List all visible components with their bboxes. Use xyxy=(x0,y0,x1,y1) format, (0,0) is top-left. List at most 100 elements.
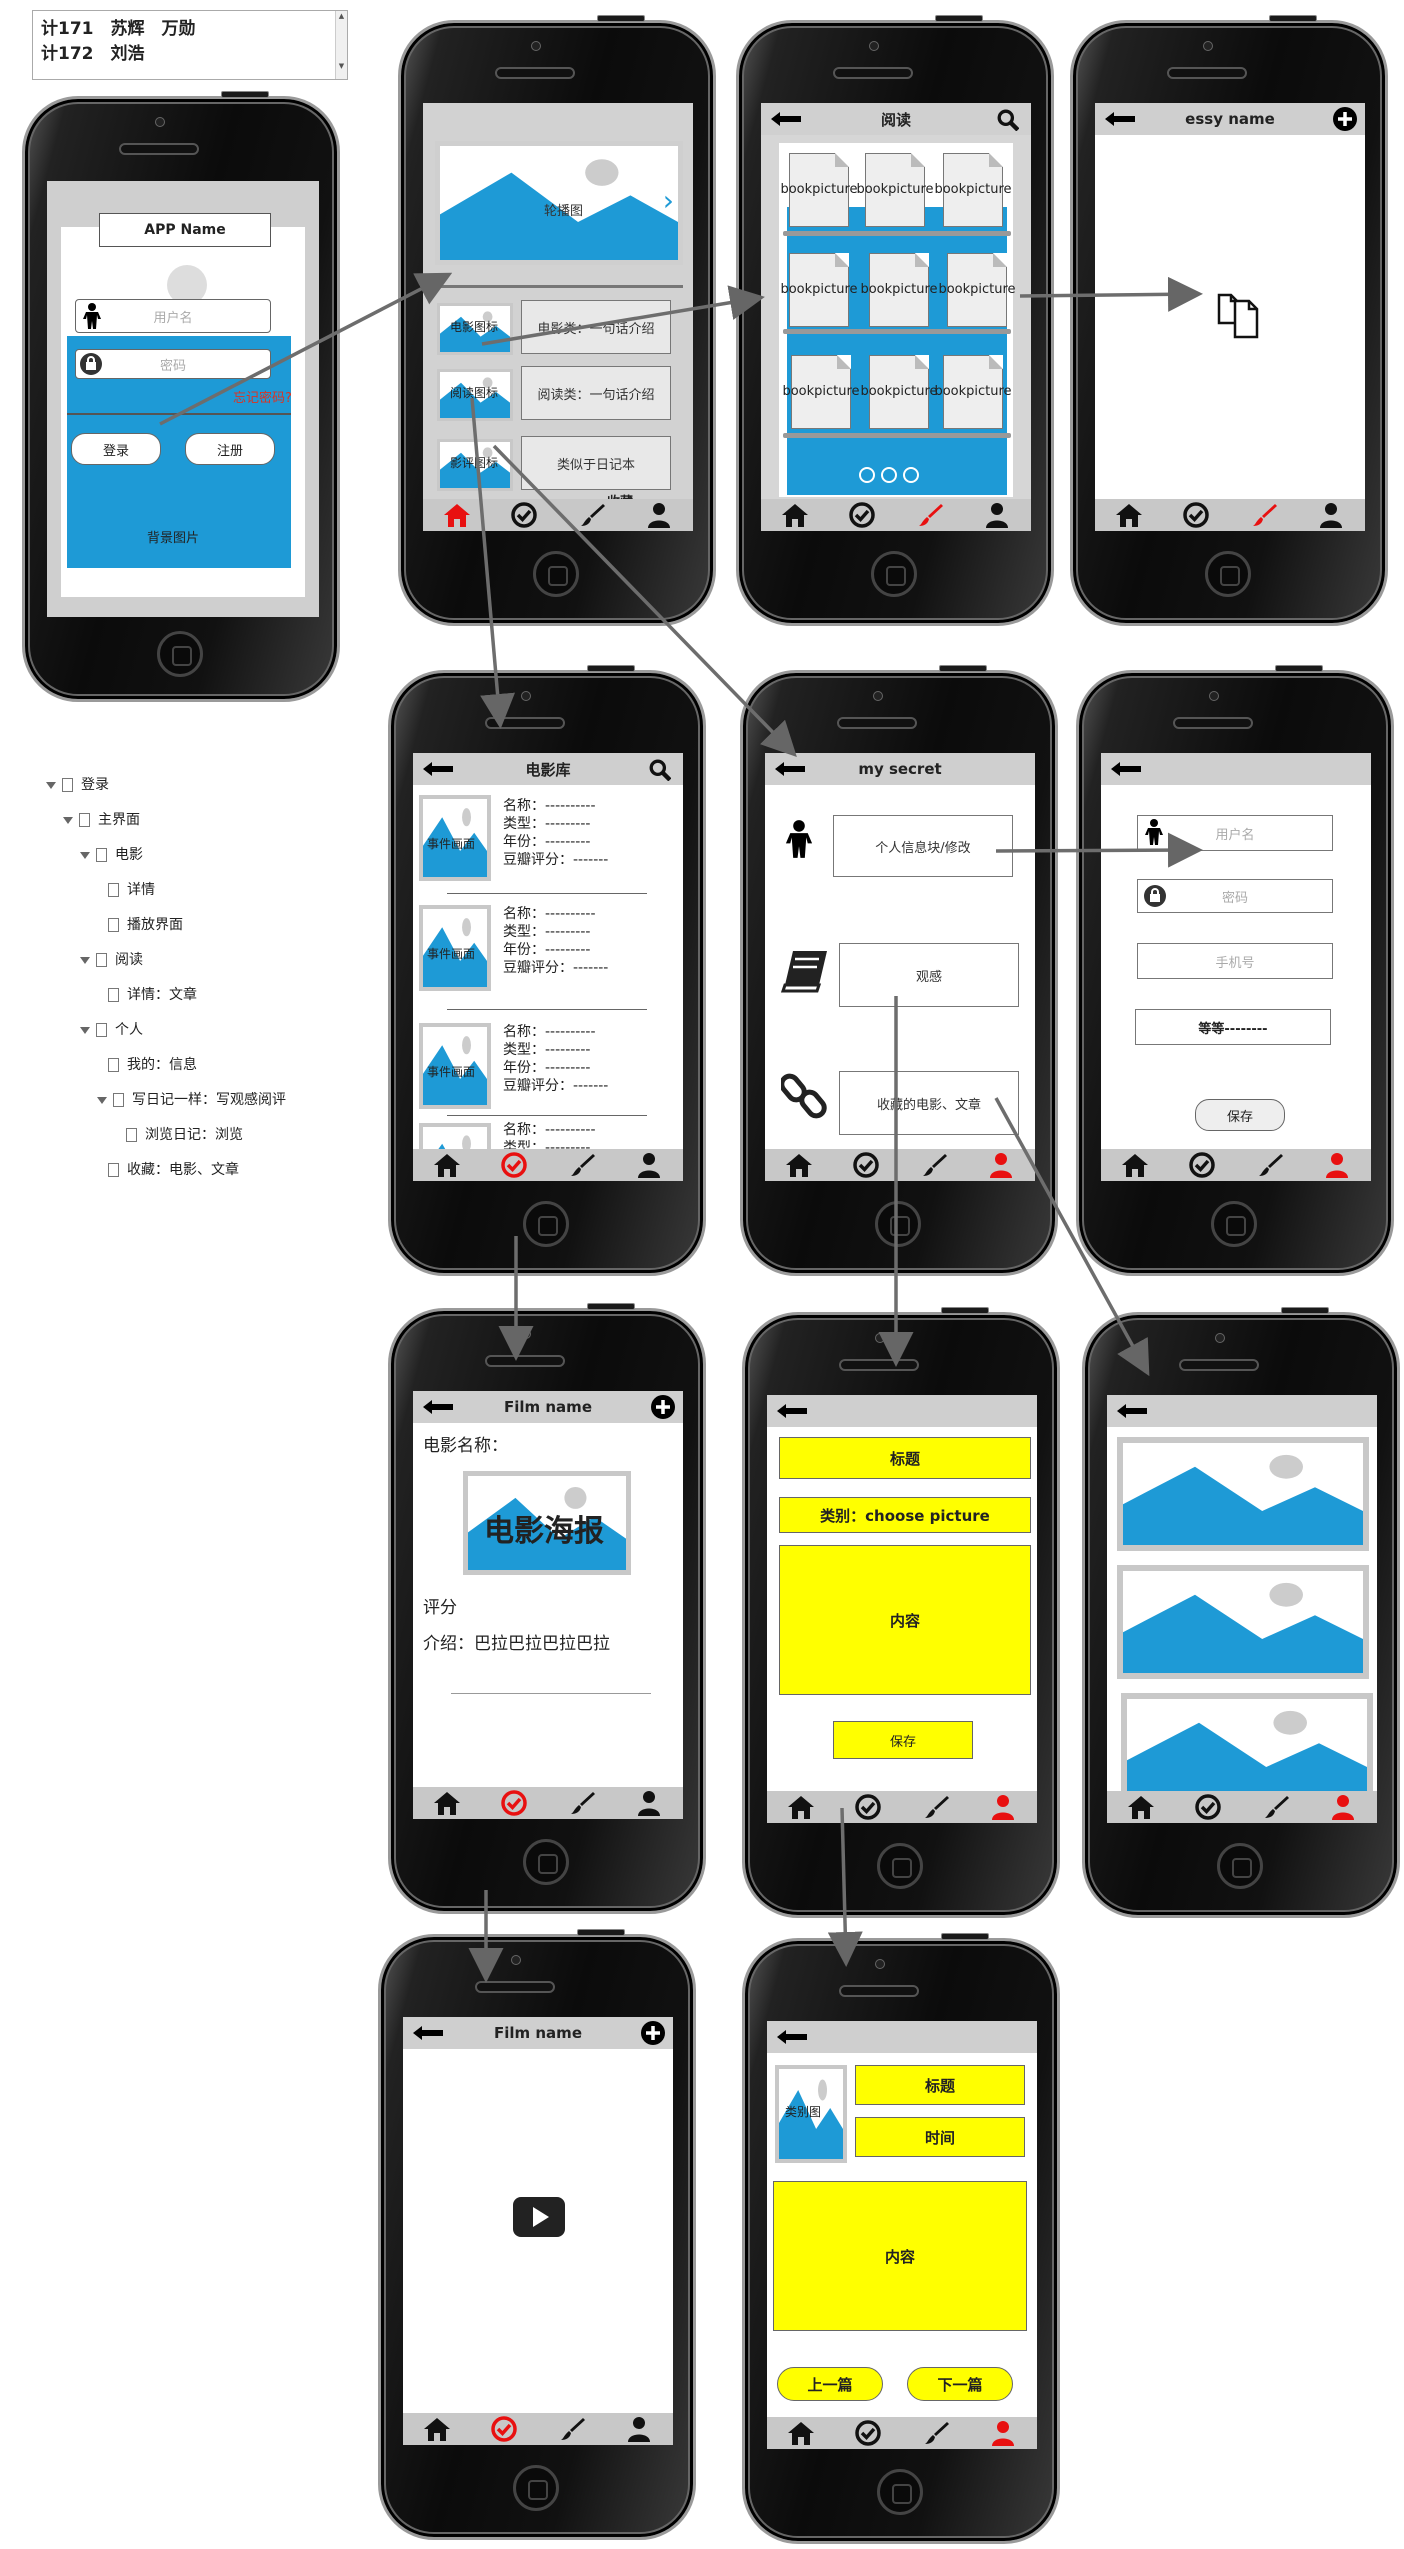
login-button[interactable]: 登录 xyxy=(71,433,161,465)
user-icon[interactable] xyxy=(989,1794,1017,1820)
tree-item[interactable]: 个人 xyxy=(46,1013,366,1048)
back-arrow-icon[interactable] xyxy=(1117,1404,1147,1418)
tree-item[interactable]: 浏览日记：浏览 xyxy=(46,1118,366,1153)
check-icon[interactable] xyxy=(1194,1794,1222,1820)
check-icon[interactable] xyxy=(852,1152,880,1178)
expand-arrow-icon[interactable] xyxy=(63,816,73,824)
home-icon[interactable] xyxy=(423,2416,451,2442)
movie-poster[interactable]: 事件画面 xyxy=(419,1023,491,1109)
tree-item[interactable]: 写日记一样：写观感阅评 xyxy=(46,1083,366,1118)
check-icon[interactable] xyxy=(510,502,538,528)
favorite-item-image[interactable] xyxy=(1121,1693,1373,1807)
brush-icon[interactable] xyxy=(578,502,606,528)
brush-icon[interactable] xyxy=(922,2420,950,2446)
home-icon[interactable] xyxy=(443,502,471,528)
brush-icon[interactable] xyxy=(1262,1794,1290,1820)
add-icon[interactable] xyxy=(641,2021,665,2045)
carousel-next-icon[interactable]: › xyxy=(663,184,674,217)
register-button[interactable]: 注册 xyxy=(185,433,275,465)
user-icon[interactable] xyxy=(635,1790,663,1816)
tree-item[interactable]: 详情：文章 xyxy=(46,978,366,1013)
profile-info-box[interactable]: 个人信息块/修改 xyxy=(833,815,1013,877)
next-button[interactable]: 下一篇 xyxy=(907,2367,1013,2401)
search-icon[interactable] xyxy=(649,759,671,781)
back-arrow-icon[interactable] xyxy=(413,2026,443,2040)
movie-poster[interactable]: 事件画面 xyxy=(419,905,491,991)
user-icon[interactable] xyxy=(983,502,1011,528)
favorite-item-image[interactable] xyxy=(1117,1565,1369,1679)
brush-icon[interactable] xyxy=(922,1794,950,1820)
save-button[interactable]: 保存 xyxy=(1195,1099,1285,1131)
book-card[interactable]: book picture xyxy=(860,253,938,327)
back-arrow-icon[interactable] xyxy=(771,112,801,126)
brush-icon[interactable] xyxy=(568,1152,596,1178)
title-field[interactable]: 标题 xyxy=(779,1437,1031,1479)
add-icon[interactable] xyxy=(1333,107,1357,131)
user-icon[interactable] xyxy=(1323,1152,1351,1178)
book-card[interactable]: book picture xyxy=(780,253,858,327)
expand-arrow-icon[interactable] xyxy=(80,1026,90,1034)
tree-item[interactable]: 详情 xyxy=(46,873,366,908)
tree-item[interactable]: 我的：信息 xyxy=(46,1048,366,1083)
password-input[interactable]: 密码 xyxy=(75,349,271,379)
play-icon[interactable] xyxy=(513,2197,565,2237)
username-input[interactable]: 用户名 xyxy=(1137,815,1333,851)
user-icon[interactable] xyxy=(989,2420,1017,2446)
search-icon[interactable] xyxy=(997,109,1019,131)
other-field[interactable]: 等等-------- xyxy=(1135,1009,1331,1045)
book-card[interactable]: book picture xyxy=(934,355,1012,429)
expand-arrow-icon[interactable] xyxy=(46,781,56,789)
user-icon[interactable] xyxy=(625,2416,653,2442)
brush-icon[interactable] xyxy=(916,502,944,528)
page-dots[interactable] xyxy=(859,467,919,483)
phone-input[interactable]: 手机号 xyxy=(1137,943,1333,979)
user-icon[interactable] xyxy=(635,1152,663,1178)
username-input[interactable]: 用户名 xyxy=(75,299,271,333)
user-icon[interactable] xyxy=(1317,502,1345,528)
review-box[interactable]: 观感 xyxy=(839,943,1019,1007)
check-icon[interactable] xyxy=(854,1794,882,1820)
home-icon[interactable] xyxy=(1115,502,1143,528)
forgot-password-link[interactable]: 忘记密码? xyxy=(233,387,292,406)
reading-row[interactable]: 阅读类：一句话介绍 xyxy=(521,366,671,420)
user-icon[interactable] xyxy=(987,1152,1015,1178)
tree-item[interactable]: 阅读 xyxy=(46,943,366,978)
back-arrow-icon[interactable] xyxy=(1105,112,1135,126)
user-icon[interactable] xyxy=(1329,1794,1357,1820)
movie-poster[interactable]: 事件画面 xyxy=(419,795,491,881)
brush-icon[interactable] xyxy=(558,2416,586,2442)
brush-icon[interactable] xyxy=(568,1790,596,1816)
home-icon[interactable] xyxy=(787,2420,815,2446)
book-card[interactable]: book picture xyxy=(780,153,858,227)
favorite-item-image[interactable] xyxy=(1117,1437,1369,1551)
check-icon[interactable] xyxy=(854,2420,882,2446)
movie-row[interactable]: 电影类：一句话介绍 xyxy=(521,300,671,354)
prev-button[interactable]: 上一篇 xyxy=(777,2367,883,2401)
tree-item[interactable]: 收藏：电影、文章 xyxy=(46,1153,366,1188)
home-icon[interactable] xyxy=(1121,1152,1149,1178)
back-arrow-icon[interactable] xyxy=(775,762,805,776)
check-icon[interactable] xyxy=(500,1790,528,1816)
carousel[interactable]: 轮播图 › xyxy=(435,141,683,265)
tree-item[interactable]: 登录 xyxy=(46,768,366,803)
user-icon[interactable] xyxy=(645,502,673,528)
book-card[interactable]: book picture xyxy=(856,153,934,227)
book-card[interactable]: book picture xyxy=(860,355,938,429)
book-card[interactable]: book picture xyxy=(934,153,1012,227)
content-field[interactable]: 内容 xyxy=(779,1545,1031,1695)
back-arrow-icon[interactable] xyxy=(423,762,453,776)
check-icon[interactable] xyxy=(500,1152,528,1178)
check-icon[interactable] xyxy=(490,2416,518,2442)
expand-arrow-icon[interactable] xyxy=(97,1096,107,1104)
tree-item[interactable]: 播放界面 xyxy=(46,908,366,943)
back-arrow-icon[interactable] xyxy=(777,1404,807,1418)
add-icon[interactable] xyxy=(651,1395,675,1419)
expand-arrow-icon[interactable] xyxy=(80,956,90,964)
home-icon[interactable] xyxy=(433,1790,461,1816)
brush-icon[interactable] xyxy=(1250,502,1278,528)
diary-row[interactable]: 类似于日记本 xyxy=(521,436,671,490)
category-field[interactable]: 类别：choose picture xyxy=(779,1497,1031,1533)
check-icon[interactable] xyxy=(848,502,876,528)
check-icon[interactable] xyxy=(1182,502,1210,528)
title-field[interactable]: 标题 xyxy=(855,2065,1025,2105)
